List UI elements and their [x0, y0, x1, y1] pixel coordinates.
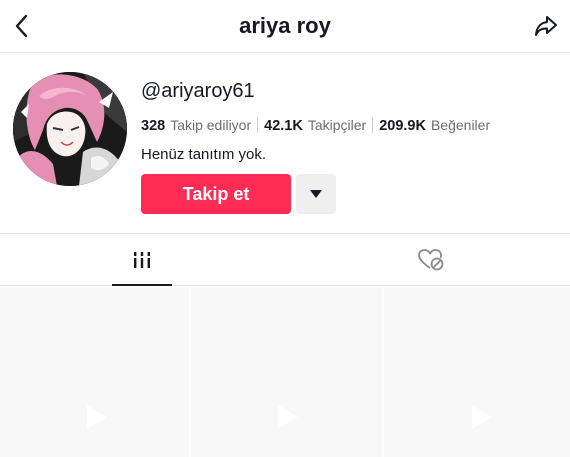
- share-arrow-icon: [535, 16, 557, 36]
- stat-likes-label: Beğeniler: [430, 116, 491, 133]
- stat-following-count: 328: [141, 117, 166, 134]
- stat-followers[interactable]: 42.1K Takipçiler: [264, 117, 366, 134]
- video-grid: [0, 288, 570, 457]
- profile-username: @ariyaroy61: [141, 80, 255, 102]
- stat-followers-count: 42.1K: [264, 117, 303, 134]
- heart-hidden-icon: [418, 249, 444, 271]
- stat-followers-label: Takipçiler: [307, 116, 367, 133]
- anime-avatar-image: [13, 72, 127, 186]
- video-tile[interactable]: [384, 288, 570, 457]
- triangle-down-icon: [310, 190, 322, 198]
- stat-divider: [372, 117, 374, 133]
- avatar[interactable]: [13, 72, 127, 186]
- play-icon: [87, 405, 107, 429]
- stat-divider: [257, 117, 259, 133]
- stat-following[interactable]: 328 Takip ediliyor: [141, 117, 251, 134]
- active-tab-indicator: [112, 284, 172, 286]
- follow-button[interactable]: Takip et: [141, 174, 291, 214]
- grid-bars-icon: [134, 252, 150, 268]
- video-tile[interactable]: [0, 288, 189, 457]
- play-icon: [278, 405, 298, 429]
- top-bar: ariya roy: [0, 0, 570, 53]
- profile-stats: 328 Takip ediliyor 42.1K Takipçiler 209.…: [141, 116, 490, 134]
- more-options-button[interactable]: [296, 174, 336, 214]
- stat-following-label: Takip ediliyor: [170, 116, 252, 133]
- share-button[interactable]: [532, 12, 560, 40]
- tab-liked[interactable]: [403, 234, 459, 286]
- video-tile[interactable]: [191, 288, 382, 457]
- page-title: ariya roy: [239, 13, 331, 38]
- stat-likes-count: 209.9K: [379, 117, 426, 134]
- profile-tabs: [0, 234, 570, 286]
- profile-bio: Henüz tanıtım yok.: [141, 146, 267, 163]
- tab-videos[interactable]: [112, 234, 172, 286]
- play-icon: [472, 405, 492, 429]
- stat-likes: 209.9K Beğeniler: [379, 117, 490, 134]
